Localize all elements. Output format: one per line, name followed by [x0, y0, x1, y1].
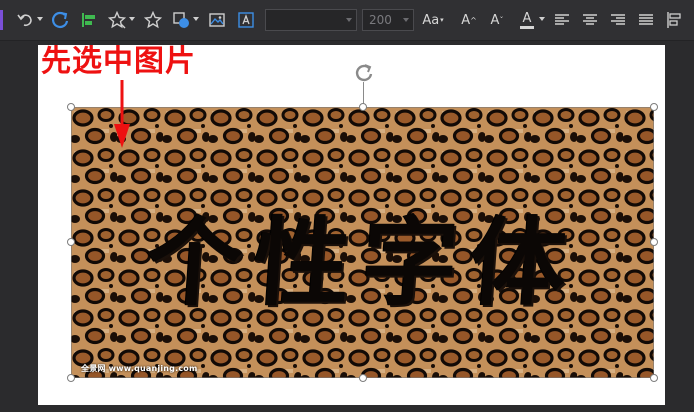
align-left-button[interactable]: [552, 8, 572, 32]
align-left-icon: [555, 14, 569, 25]
resize-handle-right[interactable]: [650, 238, 658, 246]
insert-image-button[interactable]: [206, 8, 228, 32]
font-name-dropdown-caret[interactable]: [346, 18, 352, 22]
effects-dropdown-caret[interactable]: [129, 17, 135, 21]
font-color-button[interactable]: A: [516, 8, 538, 32]
toolbar: 200 Aa ▾ A ^ Aˇ A: [0, 0, 694, 41]
align-right-icon: [611, 14, 625, 25]
font-size-value: 200: [369, 13, 392, 27]
font-size-field[interactable]: 200: [362, 9, 414, 31]
panel-edge-accent: [0, 10, 3, 30]
align-button[interactable]: [78, 8, 100, 32]
resize-handle-left[interactable]: [67, 238, 75, 246]
font-name-field[interactable]: [265, 9, 357, 31]
resize-handle-top[interactable]: [359, 103, 367, 111]
image-icon: [209, 13, 225, 27]
image-watermark: 全景网 www.quanjing.com: [81, 364, 198, 373]
resize-handle-top-right[interactable]: [650, 103, 658, 111]
instruction-annotation: 先选中图片: [41, 44, 196, 79]
font-color-dropdown-caret[interactable]: [539, 17, 545, 21]
resize-handle-bottom[interactable]: [359, 374, 367, 382]
rotate-icon: [355, 64, 373, 82]
font-color-icon: A: [522, 10, 532, 26]
star-outline-icon: [144, 11, 162, 29]
insert-textbox-button[interactable]: [235, 8, 257, 32]
redo-button[interactable]: [48, 8, 72, 32]
change-case-icon: Aa: [422, 12, 440, 28]
align-right-button[interactable]: [608, 8, 628, 32]
redo-refresh-icon: [52, 11, 69, 28]
resize-handle-bottom-left[interactable]: [67, 374, 75, 382]
grow-font-icon: A: [461, 12, 471, 28]
effects-button[interactable]: [106, 8, 128, 32]
rotate-handle[interactable]: [352, 62, 376, 88]
favorite-button[interactable]: [142, 8, 164, 32]
shapes-icon: [173, 12, 189, 28]
align-icon: [82, 13, 95, 27]
stylized-text: 个性字体: [141, 206, 582, 319]
annotation-arrow-icon: [112, 80, 132, 154]
arrange-button[interactable]: [664, 8, 686, 32]
undo-icon: [17, 14, 32, 27]
shrink-font-button[interactable]: Aˇ: [486, 8, 508, 32]
change-case-button[interactable]: Aa ▾: [420, 8, 446, 32]
font-size-dropdown-caret[interactable]: [403, 18, 409, 22]
shapes-dropdown-caret[interactable]: [193, 17, 199, 21]
resize-handle-bottom-right[interactable]: [650, 374, 658, 382]
justify-icon: [639, 14, 653, 25]
arrange-icon: [667, 12, 681, 28]
shrink-font-icon: A: [490, 12, 500, 28]
textbox-icon: [238, 12, 254, 28]
leopard-picture[interactable]: 个性字体 全景网 www.quanjing.com: [71, 107, 654, 378]
star-shape-icon: [108, 11, 126, 29]
shapes-button[interactable]: [170, 8, 192, 32]
resize-handle-top-left[interactable]: [67, 103, 75, 111]
undo-dropdown-caret[interactable]: [37, 17, 43, 21]
align-center-icon: [583, 14, 597, 25]
undo-button[interactable]: [14, 8, 36, 32]
align-center-button[interactable]: [580, 8, 600, 32]
grow-font-button[interactable]: A ^: [458, 8, 480, 32]
justify-button[interactable]: [636, 8, 656, 32]
